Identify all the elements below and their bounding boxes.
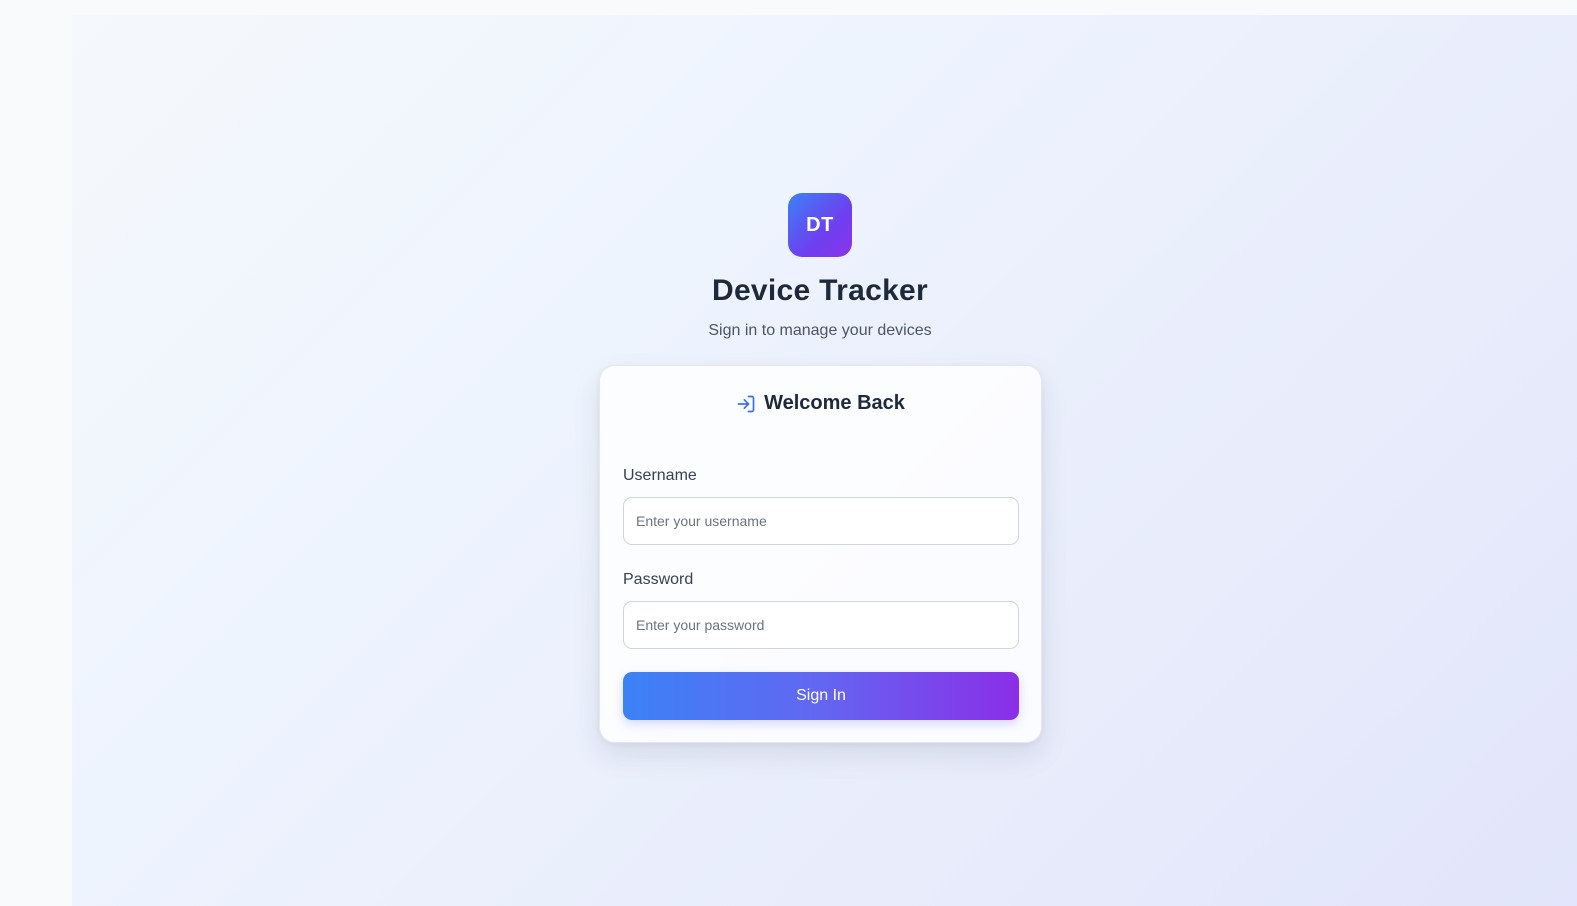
login-card: Welcome Back Username Password Sign In [599,365,1042,743]
login-page: DT Device Tracker Sign in to manage your… [0,0,1577,906]
username-label: Username [623,467,697,484]
sign-in-icon [736,394,756,414]
card-title: Welcome Back [764,392,905,414]
password-input[interactable] [623,601,1019,649]
app-logo: DT [788,193,852,257]
app-subtitle: Sign in to manage your devices [708,322,932,339]
username-input[interactable] [623,497,1019,545]
card-header: Welcome Back [600,392,1041,415]
app-title: Device Tracker [711,274,929,307]
brand-header: DT Device Tracker Sign in to manage your… [0,193,1577,340]
sign-in-button[interactable]: Sign In [623,672,1019,720]
password-label: Password [623,571,694,588]
